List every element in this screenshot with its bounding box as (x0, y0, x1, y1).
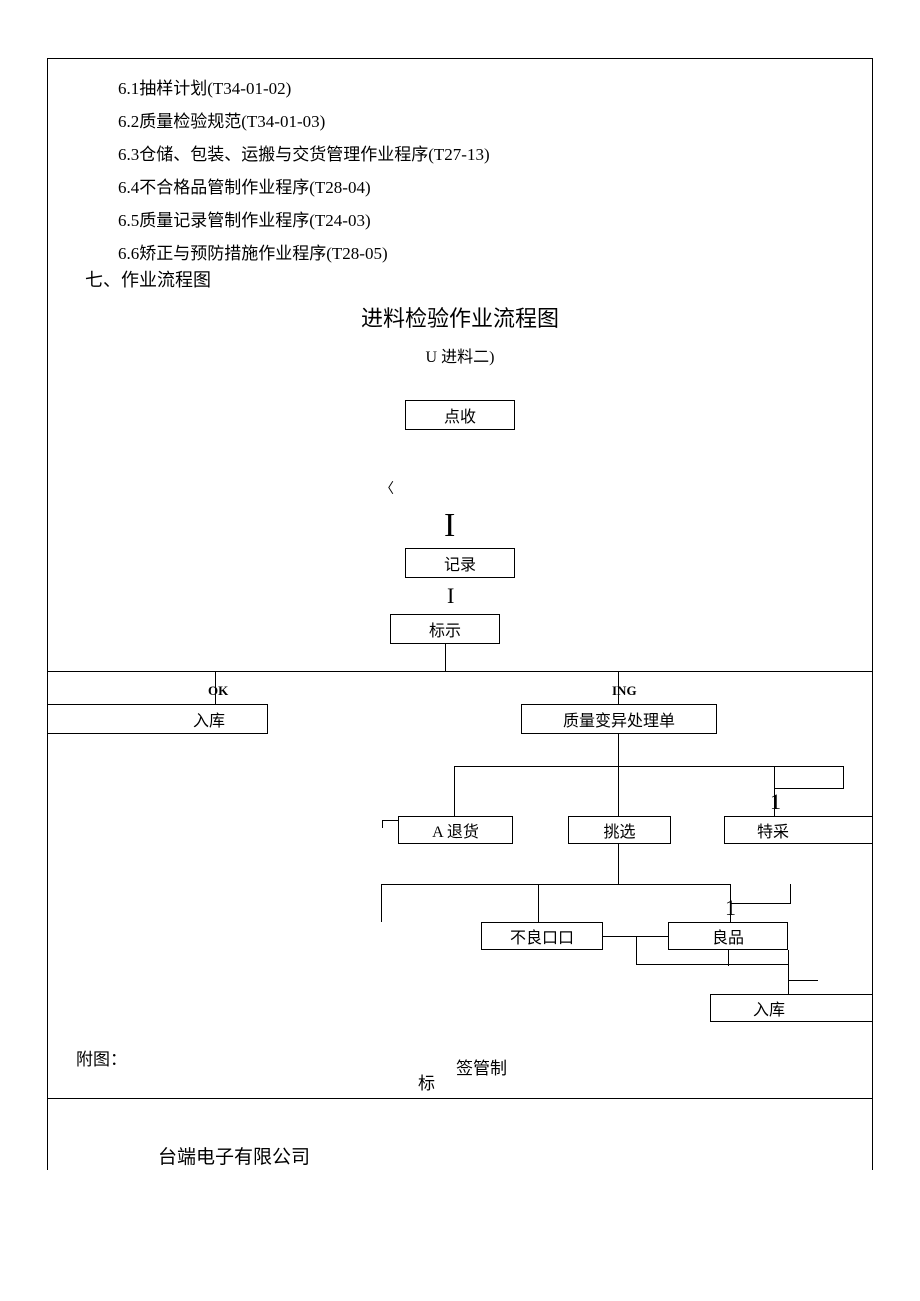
caret-symbol: 〈 (380, 478, 394, 498)
one-glyph: 1 (770, 789, 781, 815)
box-special-text: 特采 (725, 818, 872, 842)
footer-label-right: 签管制 (456, 1054, 507, 1079)
connector (445, 644, 446, 671)
connector (454, 766, 455, 816)
i-glyph: I (444, 507, 455, 545)
box-store-left: 入库 (48, 704, 268, 734)
box-pick: 挑选 (568, 816, 671, 844)
connector-tick (382, 820, 383, 828)
connector-h (381, 884, 730, 885)
section-title: 七、作业流程图 (85, 266, 211, 292)
list-item: 6.5质量记录管制作业程序(T24-03) (118, 204, 490, 237)
connector (636, 936, 637, 964)
connector-tick (382, 820, 398, 821)
connector (728, 950, 729, 966)
connector (618, 734, 619, 766)
list-item: 6.4不合格品管制作业程序(T28-04) (118, 171, 490, 204)
connector-h (636, 964, 788, 965)
footer-label-left: 标 (418, 1069, 435, 1094)
ok-label: OK (208, 683, 228, 699)
box-variance: 质量变异处理单 (521, 704, 717, 734)
list-item: 6.2质量检验规范(T34-01-03) (118, 105, 490, 138)
box-store-left-text: 入库 (48, 707, 267, 731)
connector (215, 671, 216, 704)
i-glyph-small: I (447, 583, 454, 609)
connector (843, 766, 844, 788)
box-receive: 点收 (405, 400, 515, 430)
box-store-bottom: 入库 (710, 994, 872, 1022)
connector-h (48, 671, 872, 672)
flowchart-subtitle: U 进料二) (0, 343, 920, 367)
connector (788, 950, 789, 994)
box-record: 记录 (405, 548, 515, 578)
connector (790, 884, 791, 904)
connector (618, 671, 619, 704)
reference-list: 6.1抽样计划(T34-01-02) 6.2质量检验规范(T34-01-03) … (118, 72, 490, 270)
box-return: A 退货 (398, 816, 513, 844)
connector (618, 844, 619, 884)
connector (538, 884, 539, 922)
attach-label: 附图： (76, 1045, 127, 1070)
box-store-bottom-text: 入库 (711, 996, 872, 1020)
company-name: 台端电子有限公司 (158, 1142, 310, 1169)
box-good: 良品 (668, 922, 788, 950)
connector-h (730, 903, 790, 904)
connector-h (454, 766, 844, 767)
connector (618, 766, 619, 816)
connector (381, 884, 382, 922)
ing-label: ING (612, 683, 637, 699)
box-defect: 不良口口 (481, 922, 603, 950)
one-glyph-2: 1 (725, 895, 736, 921)
connector-h (774, 788, 844, 789)
connector-h (788, 980, 818, 981)
flowchart-title: 进料检验作业流程图 (0, 301, 920, 333)
box-special: 特采 (724, 816, 872, 844)
box-mark: 标示 (390, 614, 500, 644)
divider (48, 1098, 872, 1099)
list-item: 6.1抽样计划(T34-01-02) (118, 72, 490, 105)
list-item: 6.3仓储、包装、运搬与交货管理作业程序(T27-13) (118, 138, 490, 171)
